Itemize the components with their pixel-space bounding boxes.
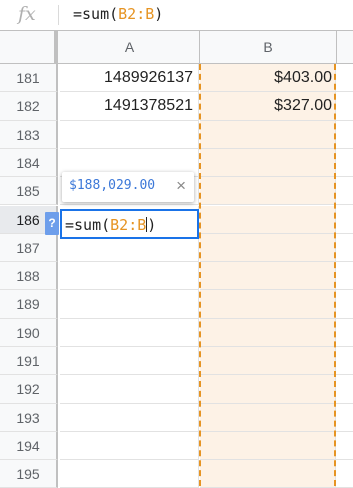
cell-c[interactable] bbox=[336, 177, 353, 206]
cell-a[interactable] bbox=[60, 290, 199, 319]
cell-c[interactable] bbox=[336, 121, 353, 149]
cell-c[interactable] bbox=[336, 149, 353, 178]
formula-result-value: $188,029.00 bbox=[69, 178, 156, 193]
table-row: 189 bbox=[0, 290, 353, 319]
row-header[interactable]: 195 bbox=[0, 460, 58, 488]
cell-a[interactable] bbox=[60, 403, 199, 432]
row-header[interactable]: 192 bbox=[0, 375, 58, 404]
formula-result-tooltip: $188,029.00 × bbox=[62, 172, 194, 202]
cell-b[interactable] bbox=[200, 262, 336, 291]
cell-c[interactable] bbox=[336, 234, 353, 263]
cell-a[interactable]: 1491378521 bbox=[60, 92, 199, 121]
cell-a[interactable] bbox=[60, 262, 199, 291]
cell-b[interactable] bbox=[200, 375, 336, 404]
cell-c[interactable] bbox=[336, 404, 353, 432]
column-header-row: A B bbox=[0, 31, 353, 64]
cell-c[interactable] bbox=[336, 262, 353, 291]
cell-c[interactable] bbox=[336, 319, 353, 347]
table-row: 192 bbox=[0, 375, 353, 404]
cell-a[interactable] bbox=[60, 347, 199, 376]
table-row: 188 bbox=[0, 262, 353, 291]
cell-b[interactable] bbox=[200, 233, 336, 263]
formula-bar[interactable]: fx =sum(B2:B) bbox=[0, 0, 353, 31]
formula-bar-divider bbox=[58, 5, 59, 25]
help-icon[interactable]: ? bbox=[45, 212, 59, 235]
table-row: 191 bbox=[0, 347, 353, 376]
formula-prefix: =sum( bbox=[73, 5, 119, 23]
cell-a[interactable] bbox=[60, 120, 199, 149]
formula-range-reference: B2:B bbox=[118, 5, 155, 23]
row-header[interactable]: 189 bbox=[0, 290, 58, 319]
cell-c[interactable] bbox=[336, 64, 353, 93]
row-header[interactable]: 191 bbox=[0, 347, 58, 376]
row-header[interactable]: 188 bbox=[0, 262, 58, 291]
close-icon[interactable]: × bbox=[176, 176, 186, 196]
cell-b[interactable]: $327.00 bbox=[200, 92, 336, 121]
row-header[interactable]: 185 bbox=[0, 177, 58, 206]
cell-a[interactable] bbox=[60, 460, 199, 488]
select-all-corner[interactable] bbox=[0, 31, 58, 63]
cell-b[interactable] bbox=[200, 431, 336, 461]
cell-b[interactable] bbox=[200, 347, 336, 376]
editor-range-reference: B2:B bbox=[110, 216, 147, 234]
table-row: 183 bbox=[0, 120, 353, 149]
cell-c[interactable] bbox=[336, 92, 353, 121]
row-header[interactable]: 187 bbox=[0, 233, 58, 263]
cell-b[interactable] bbox=[200, 120, 336, 149]
cell-b[interactable] bbox=[200, 177, 336, 206]
row-header[interactable]: 183 bbox=[0, 120, 58, 149]
cell-b[interactable] bbox=[200, 205, 336, 234]
cell-a[interactable] bbox=[60, 318, 199, 347]
cell-b[interactable] bbox=[200, 148, 336, 178]
row-header[interactable]: 184 bbox=[0, 148, 58, 178]
active-cell-editor[interactable]: =sum(B2:B) bbox=[60, 209, 199, 239]
cell-c[interactable] bbox=[336, 432, 353, 461]
formula-suffix: ) bbox=[154, 5, 164, 23]
editor-suffix: ) bbox=[147, 216, 157, 234]
cell-b[interactable] bbox=[200, 403, 336, 432]
cell-a[interactable] bbox=[60, 431, 199, 461]
cell-c[interactable] bbox=[336, 460, 353, 488]
formula-input[interactable]: =sum(B2:B) bbox=[73, 5, 163, 23]
column-header-a[interactable]: A bbox=[60, 31, 200, 63]
cell-a[interactable]: 1489926137 bbox=[60, 64, 199, 93]
table-row: 193 bbox=[0, 403, 353, 432]
table-row: 194 bbox=[0, 431, 353, 461]
spreadsheet-grid: 181 1489926137 $403.00 182 1491378521 $327.00… bbox=[0, 64, 353, 488]
cell-b[interactable] bbox=[200, 318, 336, 347]
cell-b[interactable] bbox=[200, 460, 336, 488]
row-header[interactable]: 181 bbox=[0, 64, 58, 93]
table-row: 190 bbox=[0, 318, 353, 347]
row-header[interactable]: 194 bbox=[0, 431, 58, 461]
column-header-b[interactable]: B bbox=[200, 31, 337, 63]
table-row: 181 1489926137 $403.00 bbox=[0, 64, 353, 93]
table-row: 182 1491378521 $327.00 bbox=[0, 92, 353, 121]
cell-c[interactable] bbox=[336, 375, 353, 404]
cell-c[interactable] bbox=[336, 290, 353, 319]
cell-b[interactable]: $403.00 bbox=[200, 64, 336, 93]
table-row: 195 bbox=[0, 460, 353, 488]
row-header[interactable]: 182 bbox=[0, 92, 58, 121]
row-header[interactable]: 193 bbox=[0, 403, 58, 432]
cell-b[interactable] bbox=[200, 290, 336, 319]
cell-editor-text[interactable]: =sum(B2:B) bbox=[65, 216, 156, 234]
editor-prefix: =sum( bbox=[65, 216, 111, 234]
cell-c[interactable] bbox=[336, 347, 353, 376]
cell-a[interactable] bbox=[60, 375, 199, 404]
cell-c[interactable] bbox=[336, 206, 353, 234]
row-header[interactable]: 190 bbox=[0, 318, 58, 347]
fx-icon: fx bbox=[18, 3, 36, 25]
